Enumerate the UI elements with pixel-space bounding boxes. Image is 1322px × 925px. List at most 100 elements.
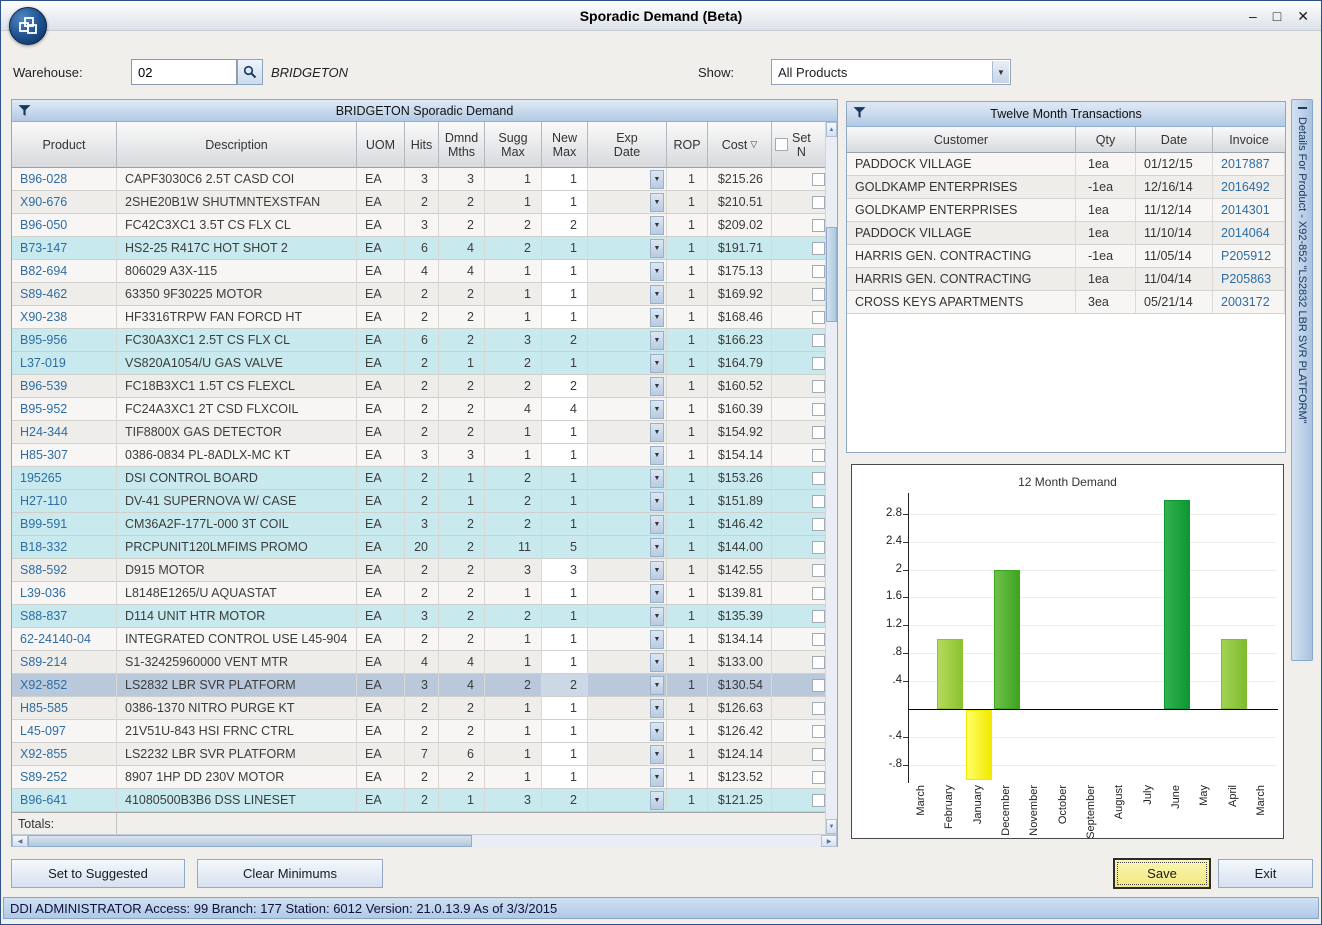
exp-date-cell[interactable]: ▼ <box>588 605 667 628</box>
exp-date-cell[interactable]: ▼ <box>588 329 667 352</box>
invoice-link[interactable]: P205912 <box>1213 245 1285 268</box>
new-max-cell[interactable]: 1 <box>542 237 588 260</box>
set-checkbox[interactable] <box>812 794 825 807</box>
col-header-set[interactable]: Set N <box>772 122 827 168</box>
tx-col-header-qty[interactable]: Qty <box>1076 127 1136 153</box>
new-max-cell[interactable]: 1 <box>542 743 588 766</box>
transaction-row[interactable]: HARRIS GEN. CONTRACTING1ea11/04/14P20586… <box>847 268 1285 291</box>
table-row[interactable]: 195265DSI CONTROL BOARDEA2121▼1$153.26 <box>12 467 827 490</box>
exp-date-dropdown-icon[interactable]: ▼ <box>650 607 664 626</box>
exp-date-dropdown-icon[interactable]: ▼ <box>650 285 664 304</box>
exp-date-dropdown-icon[interactable]: ▼ <box>650 515 664 534</box>
transaction-row[interactable]: CROSS KEYS APARTMENTS3ea05/21/142003172 <box>847 291 1285 314</box>
exp-date-dropdown-icon[interactable]: ▼ <box>650 262 664 281</box>
invoice-link[interactable]: 2014301 <box>1213 199 1285 222</box>
product-cell[interactable]: S88-837 <box>12 605 117 628</box>
product-cell[interactable]: H85-585 <box>12 697 117 720</box>
new-max-cell[interactable]: 1 <box>542 605 588 628</box>
set-checkbox[interactable] <box>812 587 825 600</box>
table-row[interactable]: X92-855LS2232 LBR SVR PLATFORMEA7611▼1$1… <box>12 743 827 766</box>
set-checkbox[interactable] <box>812 748 825 761</box>
exp-date-dropdown-icon[interactable]: ▼ <box>650 377 664 396</box>
new-max-cell[interactable]: 1 <box>542 260 588 283</box>
exp-date-cell[interactable]: ▼ <box>588 513 667 536</box>
invoice-link[interactable]: 2014064 <box>1213 222 1285 245</box>
new-max-cell[interactable]: 3 <box>542 559 588 582</box>
product-cell[interactable]: 195265 <box>12 467 117 490</box>
col-header-new[interactable]: New Max <box>542 122 588 168</box>
product-cell[interactable]: S88-592 <box>12 559 117 582</box>
product-cell[interactable]: B82-694 <box>12 260 117 283</box>
product-cell[interactable]: L39-036 <box>12 582 117 605</box>
set-checkbox[interactable] <box>812 334 825 347</box>
scroll-left-icon[interactable]: ◀ <box>12 835 28 847</box>
exp-date-cell[interactable]: ▼ <box>588 536 667 559</box>
table-row[interactable]: L37-019VS820A1054/U GAS VALVEEA2121▼1$16… <box>12 352 827 375</box>
new-max-cell[interactable]: 1 <box>542 191 588 214</box>
new-max-cell[interactable]: 2 <box>542 329 588 352</box>
close-button[interactable]: ✕ <box>1297 8 1309 25</box>
show-dropdown[interactable]: All Products ▼ <box>771 59 1011 85</box>
product-cell[interactable]: B95-956 <box>12 329 117 352</box>
exp-date-dropdown-icon[interactable]: ▼ <box>650 492 664 511</box>
exp-date-dropdown-icon[interactable]: ▼ <box>650 423 664 442</box>
table-row[interactable]: H85-5850386-1370 NITRO PURGE KTEA2211▼1$… <box>12 697 827 720</box>
exp-date-dropdown-icon[interactable]: ▼ <box>650 745 664 764</box>
exp-date-dropdown-icon[interactable]: ▼ <box>650 584 664 603</box>
exp-date-cell[interactable]: ▼ <box>588 766 667 789</box>
exp-date-dropdown-icon[interactable]: ▼ <box>650 538 664 557</box>
table-row[interactable]: 62-24140-04INTEGRATED CONTROL USE L45-90… <box>12 628 827 651</box>
details-panel-tab[interactable]: Details For Product - X92-852 "LS2832 LB… <box>1291 99 1313 661</box>
exp-date-cell[interactable]: ▼ <box>588 375 667 398</box>
new-max-cell[interactable]: 1 <box>542 628 588 651</box>
exp-date-cell[interactable]: ▼ <box>588 352 667 375</box>
exp-date-cell[interactable]: ▼ <box>588 743 667 766</box>
product-cell[interactable]: L45-097 <box>12 720 117 743</box>
set-checkbox[interactable] <box>812 357 825 370</box>
exp-date-dropdown-icon[interactable]: ▼ <box>650 653 664 672</box>
new-max-cell[interactable]: 4 <box>542 398 588 421</box>
set-checkbox[interactable] <box>812 633 825 646</box>
table-row[interactable]: B73-147HS2-25 R417C HOT SHOT 2EA6421▼1$1… <box>12 237 827 260</box>
transaction-row[interactable]: HARRIS GEN. CONTRACTING-1ea11/05/14P2059… <box>847 245 1285 268</box>
table-row[interactable]: X90-6762SHE20B1W SHUTMNTEXSTFANEA2211▼1$… <box>12 191 827 214</box>
invoice-link[interactable]: 2016492 <box>1213 176 1285 199</box>
table-row[interactable]: B95-956FC30A3XC1 2.5T CS FLX CLEA6232▼1$… <box>12 329 827 352</box>
exp-date-cell[interactable]: ▼ <box>588 490 667 513</box>
table-row[interactable]: H27-110DV-41 SUPERNOVA W/ CASEEA2121▼1$1… <box>12 490 827 513</box>
new-max-cell[interactable]: 1 <box>542 444 588 467</box>
warehouse-input[interactable] <box>131 59 237 85</box>
new-max-cell[interactable]: 1 <box>542 168 588 191</box>
set-checkbox[interactable] <box>812 564 825 577</box>
new-max-cell[interactable]: 1 <box>542 513 588 536</box>
maximize-button[interactable]: □ <box>1273 8 1281 24</box>
set-checkbox[interactable] <box>812 311 825 324</box>
exp-date-dropdown-icon[interactable]: ▼ <box>650 400 664 419</box>
exp-date-dropdown-icon[interactable]: ▼ <box>650 354 664 373</box>
set-checkbox[interactable] <box>812 725 825 738</box>
set-checkbox[interactable] <box>812 472 825 485</box>
exp-date-dropdown-icon[interactable]: ▼ <box>650 791 664 810</box>
col-header-description[interactable]: Description <box>117 122 357 168</box>
col-header-uom[interactable]: UOM <box>357 122 405 168</box>
new-max-cell[interactable]: 2 <box>542 214 588 237</box>
warehouse-search-button[interactable] <box>237 59 263 85</box>
exp-date-cell[interactable]: ▼ <box>588 283 667 306</box>
col-header-cost[interactable]: Cost▽ <box>708 122 772 168</box>
set-checkbox[interactable] <box>812 495 825 508</box>
new-max-cell[interactable]: 1 <box>542 490 588 513</box>
table-row[interactable]: S88-592D915 MOTOREA2233▼1$142.55 <box>12 559 827 582</box>
invoice-link[interactable]: 2017887 <box>1213 153 1285 176</box>
invoice-link[interactable]: P205863 <box>1213 268 1285 291</box>
tx-col-header-date[interactable]: Date <box>1136 127 1213 153</box>
product-cell[interactable]: B73-147 <box>12 237 117 260</box>
exp-date-dropdown-icon[interactable]: ▼ <box>650 170 664 189</box>
set-checkbox[interactable] <box>812 219 825 232</box>
filter-icon[interactable] <box>853 106 866 122</box>
invoice-link[interactable]: 2003172 <box>1213 291 1285 314</box>
table-row[interactable]: B96-050FC42C3XC1 3.5T CS FLX CLEA3222▼1$… <box>12 214 827 237</box>
tx-col-header-customer[interactable]: Customer <box>847 127 1076 153</box>
set-checkbox[interactable] <box>812 541 825 554</box>
set-checkbox[interactable] <box>812 610 825 623</box>
product-cell[interactable]: X92-855 <box>12 743 117 766</box>
